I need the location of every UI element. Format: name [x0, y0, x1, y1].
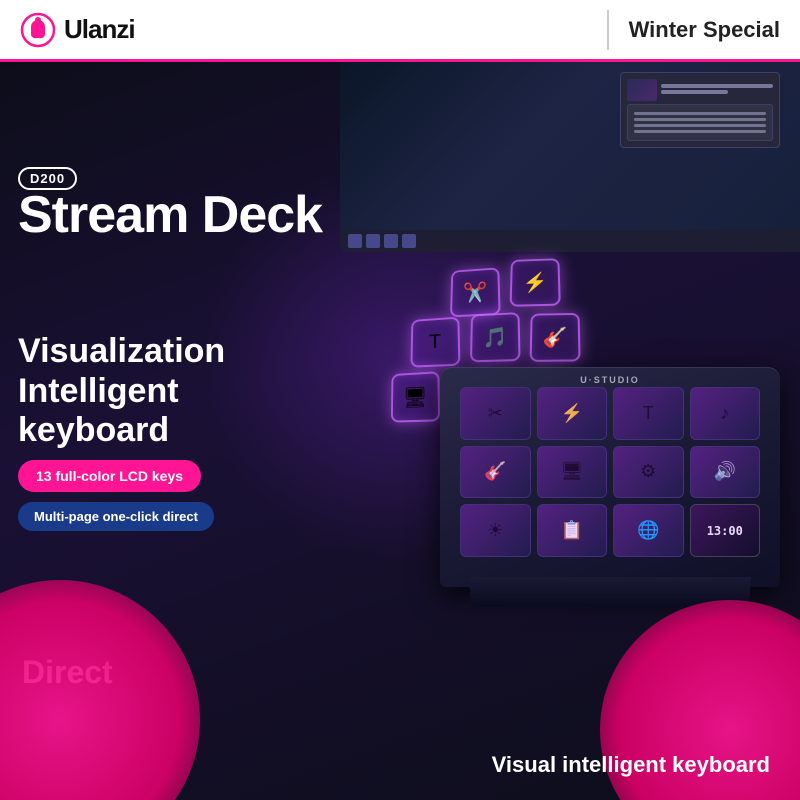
popup-line-2 — [661, 90, 728, 94]
product-title: Stream Deck — [18, 187, 322, 244]
holo-key-2: ⚡ — [510, 258, 561, 306]
keys-grid: ✂ ⚡ T ♪ 🎸 🖥 ⚙ 🔊 ☀ 📋 🌐 13:00 — [460, 387, 760, 557]
header-divider — [607, 10, 609, 50]
holo-key-1: ✂️ — [450, 267, 501, 317]
device-visual: ✂️ ⚡ T 🎵 🎸 🖥 ⚙ ♪ U·STUDIO ✂ ⚡ T ♪ 🎸 🖥 ⚙ … — [390, 257, 800, 607]
holo-key-4: 🎵 — [470, 312, 521, 362]
popup-text — [661, 84, 773, 96]
device-key-9[interactable]: ☀ — [460, 504, 531, 557]
device-key-11[interactable]: 🌐 — [613, 504, 684, 557]
logo-text: Ulanzi — [64, 14, 135, 45]
deco-circle-left — [0, 580, 200, 800]
device-key-6[interactable]: 🖥 — [537, 446, 608, 499]
device-key-3[interactable]: T — [613, 387, 684, 440]
taskbar-icon-4 — [402, 234, 416, 248]
context-menu — [627, 104, 773, 141]
device-brand-label: U·STUDIO — [580, 375, 640, 385]
device-key-7[interactable]: ⚙ — [613, 446, 684, 499]
taskbar-icon-2 — [366, 234, 380, 248]
popup-line-1 — [661, 84, 773, 88]
device-clock-key: 13:00 — [690, 504, 761, 557]
menu-item-1 — [634, 112, 766, 115]
taskbar-icon-1 — [348, 234, 362, 248]
taskbar — [340, 230, 800, 252]
holo-key-3: T — [410, 317, 460, 368]
taskbar-icon-3 — [384, 234, 398, 248]
device-key-5[interactable]: 🎸 — [460, 446, 531, 499]
promo-text: Winter Special — [629, 17, 780, 43]
ulanzi-logo-icon — [20, 12, 56, 48]
device-key-1[interactable]: ✂ — [460, 387, 531, 440]
device-key-2[interactable]: ⚡ — [537, 387, 608, 440]
holo-key-6: 🖥 — [391, 371, 440, 422]
multipage-button[interactable]: Multi-page one-click direct — [18, 502, 214, 531]
menu-item-3 — [634, 124, 766, 127]
holo-key-5: 🎸 — [530, 313, 581, 362]
bottom-tagline: Visual intelligent keyboard — [492, 752, 770, 778]
popup-thumbnail — [627, 79, 657, 101]
device-key-4[interactable]: ♪ — [690, 387, 761, 440]
brand-logo: Ulanzi — [20, 12, 587, 48]
monitor-screenshot — [340, 62, 800, 252]
device-key-8[interactable]: 🔊 — [690, 446, 761, 499]
feature-visualization: Visualization — [18, 332, 225, 371]
menu-item-4 — [634, 130, 766, 133]
menu-item-2 — [634, 118, 766, 121]
device-body: U·STUDIO ✂ ⚡ T ♪ 🎸 🖥 ⚙ 🔊 ☀ 📋 🌐 13:00 — [440, 367, 780, 587]
device-key-10[interactable]: 📋 — [537, 504, 608, 557]
lcd-keys-button[interactable]: 13 full-color LCD keys — [18, 460, 201, 492]
monitor-screen — [340, 62, 800, 252]
feature-intelligent-keyboard: Intelligent keyboard — [18, 372, 179, 450]
header: Ulanzi Winter Special — [0, 0, 800, 62]
main-content: D200 Stream Deck Visualization Intellige… — [0, 62, 800, 800]
app-popup — [620, 72, 780, 148]
